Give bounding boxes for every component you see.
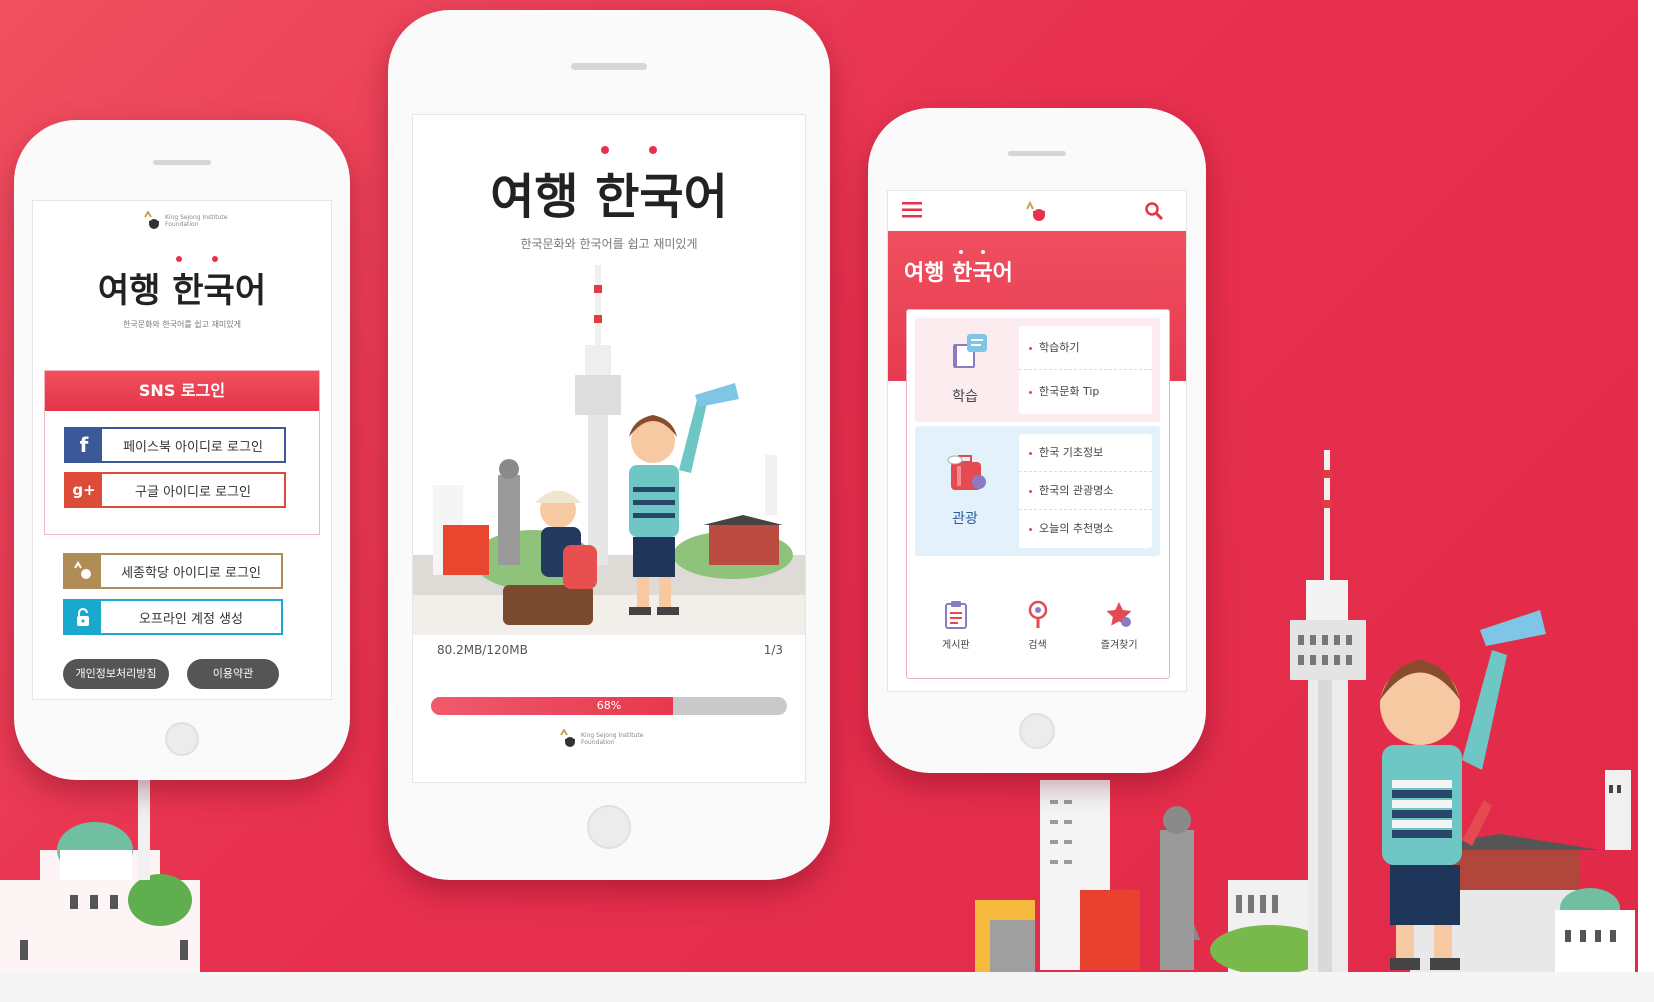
nav-search[interactable]: 검색 (997, 584, 1079, 664)
nav-favorites[interactable]: 즐겨찾기 (1078, 584, 1160, 664)
clipboard-icon (945, 601, 967, 629)
offline-account-button[interactable]: 오프라인 계정 생성 (63, 599, 283, 635)
sejong-logo-icon (65, 554, 101, 588)
sns-login-box: SNS 로그인 f 페이스북 아이디로 로그인 g+ 구글 아이디로 로그인 (44, 370, 320, 535)
phone-home-button (587, 805, 631, 849)
menu-screen: 여행 한국어 학습 학습하기 한국문화 Tip 관광 한국 기초정보 한국의 관… (887, 190, 1187, 692)
sejong-login-label: 세종학당 아이디로 로그인 (121, 565, 261, 581)
app-subtitle: 한국문화와 한국어를 쉽고 재미있게 (122, 320, 242, 329)
travel-illustration (413, 265, 805, 635)
luggage-icon (947, 455, 986, 490)
study-link-learn[interactable]: 학습하기 (1019, 326, 1152, 370)
star-icon (1106, 602, 1132, 627)
phone-home-button (165, 722, 199, 756)
sejong-logo-icon (559, 728, 577, 749)
bottom-strip (0, 972, 1654, 1002)
tourism-category-label: 관광 (952, 511, 978, 527)
privacy-policy-button[interactable]: 개인정보처리방침 (63, 659, 169, 689)
google-login-label: 구글 아이디로 로그인 (135, 484, 251, 500)
bottom-nav: 게시판 검색 즐겨찾기 (915, 584, 1160, 664)
download-size: 80.2MB/120MB (437, 643, 528, 657)
phone-home-button (1019, 713, 1055, 749)
login-screen: King Sejong Institute Foundation 여행 한국어 … (32, 200, 332, 700)
tourism-link-basic-info[interactable]: 한국 기초정보 (1019, 434, 1152, 472)
page-indicator: 1/3 (763, 643, 783, 657)
nav-favorites-label: 즐겨찾기 (1100, 640, 1138, 651)
study-link-culture-tip[interactable]: 한국문화 Tip (1019, 370, 1152, 414)
offline-account-label: 오프라인 계정 생성 (139, 611, 243, 627)
google-plus-icon: g+ (66, 473, 102, 507)
logo-text: King Sejong Institute Foundation (581, 732, 644, 746)
app-title: 여행 한국어 (33, 256, 331, 312)
study-book-icon (953, 334, 987, 368)
nav-board-label: 게시판 (942, 640, 970, 651)
phone-speaker (1008, 151, 1066, 156)
nav-search-label: 검색 (1028, 640, 1047, 651)
title-dots (601, 146, 657, 154)
progress-label: 68% (596, 699, 622, 712)
location-pin-icon (1028, 600, 1047, 628)
app-bar (888, 191, 1186, 231)
tourism-link-recommended[interactable]: 오늘의 추천명소 (1019, 510, 1152, 548)
app-title: 여행 한국어 (413, 146, 805, 227)
hero-title: 여행 한국어 (904, 261, 1013, 286)
phone-menu: 여행 한국어 학습 학습하기 한국문화 Tip 관광 한국 기초정보 한국의 관… (868, 108, 1206, 773)
facebook-login-label: 페이스북 아이디로 로그인 (123, 439, 263, 455)
nav-board[interactable]: 게시판 (915, 584, 997, 664)
facebook-icon: f (66, 428, 102, 462)
title-dots (176, 256, 218, 262)
app-subtitle: 한국문화와 한국어를 쉽고 재미있게 (520, 237, 698, 251)
loading-screen: 여행 한국어 한국문화와 한국어를 쉽고 재미있게 80.2MB/120MB 1… (412, 114, 806, 783)
phone-speaker (153, 160, 211, 165)
google-login-button[interactable]: g+ 구글 아이디로 로그인 (64, 472, 286, 508)
sejong-logo-icon (143, 210, 161, 231)
logo-text: King Sejong Institute Foundation (165, 214, 228, 228)
lock-icon (65, 600, 101, 634)
tourism-links: 한국 기초정보 한국의 관광명소 오늘의 추천명소 (1019, 434, 1152, 548)
sejong-logo: King Sejong Institute Foundation (559, 728, 651, 749)
sejong-logo-icon[interactable] (1024, 199, 1048, 223)
tourism-link-attractions[interactable]: 한국의 관광명소 (1019, 472, 1152, 510)
title-dots (959, 250, 985, 254)
menu-card: 학습 학습하기 한국문화 Tip 관광 한국 기초정보 한국의 관광명소 오늘의… (906, 309, 1170, 679)
tourism-panel: 관광 한국 기초정보 한국의 관광명소 오늘의 추천명소 (915, 426, 1160, 556)
app-title-text: 여행 한국어 (490, 169, 728, 225)
study-panel: 학습 학습하기 한국문화 Tip (915, 318, 1160, 422)
phone-speaker (571, 63, 647, 70)
terms-button[interactable]: 이용약관 (187, 659, 279, 689)
hamburger-icon[interactable] (902, 202, 922, 218)
sejong-login-button[interactable]: 세종학당 아이디로 로그인 (63, 553, 283, 589)
study-links: 학습하기 한국문화 Tip (1019, 326, 1152, 414)
download-progress-bar: 68% (431, 697, 787, 715)
sns-login-header: SNS 로그인 (45, 371, 319, 411)
facebook-login-button[interactable]: f 페이스북 아이디로 로그인 (64, 427, 286, 463)
sejong-logo: King Sejong Institute Foundation (143, 210, 235, 231)
app-title-text: 여행 한국어 (97, 271, 267, 311)
study-category-label: 학습 (952, 389, 978, 405)
search-icon[interactable] (1144, 201, 1164, 221)
phone-loading: 여행 한국어 한국문화와 한국어를 쉽고 재미있게 80.2MB/120MB 1… (388, 10, 830, 880)
phone-login: King Sejong Institute Foundation 여행 한국어 … (14, 120, 350, 780)
